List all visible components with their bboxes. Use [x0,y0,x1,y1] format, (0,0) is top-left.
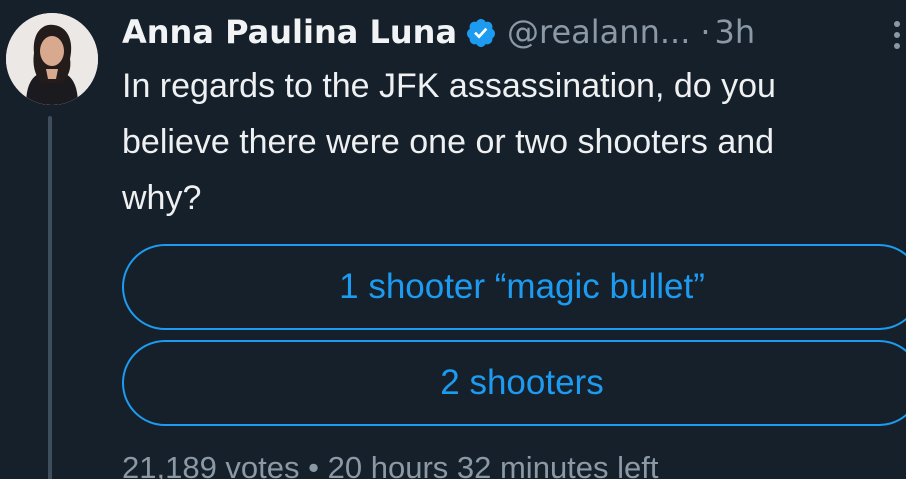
poll-time-left: 20 hours 32 minutes left [327,450,659,479]
avatar[interactable] [6,13,98,105]
poll: 1 shooter “magic bullet” 2 shooters 21,1… [122,244,906,479]
tweet-header: Anna Paulina Luna @realann... · 3h [122,10,906,54]
tweet: Anna Paulina Luna @realann... · 3h In re… [0,0,906,479]
poll-votes: 21,189 votes [122,450,300,479]
tweet-text: In regards to the JFK assassination, do … [122,67,776,217]
poll-meta: 21,189 votes • 20 hours 32 minutes left [122,450,906,479]
author-handle[interactable]: @realann... [507,10,690,54]
poll-option-1[interactable]: 1 shooter “magic bullet” [122,244,906,330]
poll-option-2[interactable]: 2 shooters [122,340,906,426]
tweet-content: Anna Paulina Luna @realann... · 3h In re… [122,10,906,479]
poll-meta-separator: • [308,450,320,479]
author-name[interactable]: Anna Paulina Luna [122,10,457,54]
thread-line [48,116,52,479]
more-options-icon[interactable] [892,18,902,54]
tweet-timestamp[interactable]: 3h [715,10,756,54]
verified-badge-icon [465,16,497,48]
header-separator: · [700,13,711,51]
